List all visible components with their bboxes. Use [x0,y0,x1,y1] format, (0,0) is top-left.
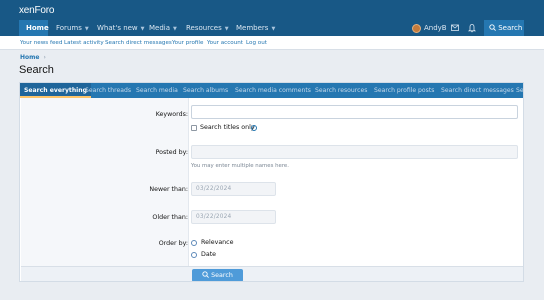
nav-whats-new[interactable]: What's new ▼ [97,20,145,36]
older-than-label: Older than: [152,214,188,221]
nav-media[interactable]: Media ▼ [149,20,177,36]
tab-search-media-comments[interactable]: Search media comments [235,83,311,98]
chevron-down-icon: ▼ [271,26,276,32]
bell-icon[interactable] [467,20,477,36]
search-icon [489,24,496,32]
subnav-your-account[interactable]: Your account [207,36,243,50]
nav-search-button[interactable]: Search [484,20,524,36]
search-submit-label: Search [211,272,233,279]
chevron-down-icon: ▼ [224,26,229,32]
tab-overflow[interactable]: Se [516,83,523,98]
search-tabs: Search everything Search threads Search … [20,83,523,98]
order-by-label: Order by: [158,240,188,247]
subnav-news-feed[interactable]: Your news feed [20,36,62,50]
search-panel: Search everything Search threads Search … [19,82,524,282]
keywords-input[interactable] [191,105,518,119]
tab-search-albums[interactable]: Search albums [183,83,228,98]
help-icon[interactable]: ? [251,125,257,131]
nav-media-label: Media [149,24,171,32]
nav-home[interactable]: Home [19,20,49,36]
tab-search-threads[interactable]: Search threads [85,83,131,98]
tab-search-everything[interactable]: Search everything [20,83,91,98]
nav-whats-new-label: What's new [97,24,138,32]
chevron-down-icon: ▼ [140,26,145,32]
site-header: xenForo [0,0,544,20]
site-logo[interactable]: xenForo [19,5,54,16]
newer-than-value: 03/22/2024 [196,186,232,192]
nav-members-label: Members [236,24,269,32]
subnav-log-out[interactable]: Log out [246,36,267,50]
main-nav: Home Forums ▼ What's new ▼ Media ▼ Resource… [0,20,544,36]
tab-search-profile-posts[interactable]: Search profile posts [374,83,434,98]
keywords-label: Keywords: [155,111,188,118]
breadcrumb-home[interactable]: Home [20,54,39,61]
older-than-value: 03/22/2024 [196,214,232,220]
subnav-your-profile[interactable]: Your profile [172,36,203,50]
tab-search-direct-messages[interactable]: Search direct messages [441,83,514,98]
page-title: Search [19,64,54,76]
search-icon [202,271,211,279]
tab-search-resources[interactable]: Search resources [315,83,367,98]
chevron-down-icon: ▼ [173,26,177,32]
envelope-icon[interactable] [451,20,459,36]
nav-search-label: Search [498,24,523,32]
posted-by-hint: You may enter multiple names here. [191,163,289,169]
user-menu-name[interactable]: AndyB [424,20,447,36]
tab-search-media[interactable]: Search media [136,83,178,98]
form-submit-row: Search [21,266,523,281]
nav-resources-label: Resources [186,24,222,32]
breadcrumb: Home › [20,54,46,61]
subnav-latest-activity[interactable]: Latest activity [64,36,104,50]
order-date-label[interactable]: Date [201,251,216,258]
nav-resources[interactable]: Resources ▼ [186,20,229,36]
breadcrumb-separator: › [43,54,46,61]
sub-nav: Your news feed Latest activity Search di… [0,36,544,50]
posted-by-input[interactable] [191,145,518,159]
order-relevance-label[interactable]: Relevance [201,239,234,246]
order-date-radio[interactable] [191,252,197,258]
titles-only-label[interactable]: Search titles only [200,124,255,131]
form-label-column: Keywords: Posted by: Newer than: Older t… [21,98,189,268]
posted-by-label: Posted by: [155,149,188,156]
older-than-date-input[interactable]: 03/22/2024 [191,210,276,224]
nav-forums-label: Forums [56,24,82,32]
avatar[interactable] [412,24,421,33]
search-submit-button[interactable]: Search [192,269,243,281]
newer-than-label: Newer than: [149,186,188,193]
newer-than-date-input[interactable]: 03/22/2024 [191,182,276,196]
nav-members[interactable]: Members ▼ [236,20,275,36]
order-relevance-radio[interactable] [191,240,197,246]
titles-only-checkbox[interactable] [191,125,197,131]
chevron-down-icon: ▼ [84,26,89,32]
subnav-search-direct-messages[interactable]: Search direct messages [105,36,172,50]
nav-forums[interactable]: Forums ▼ [56,20,89,36]
